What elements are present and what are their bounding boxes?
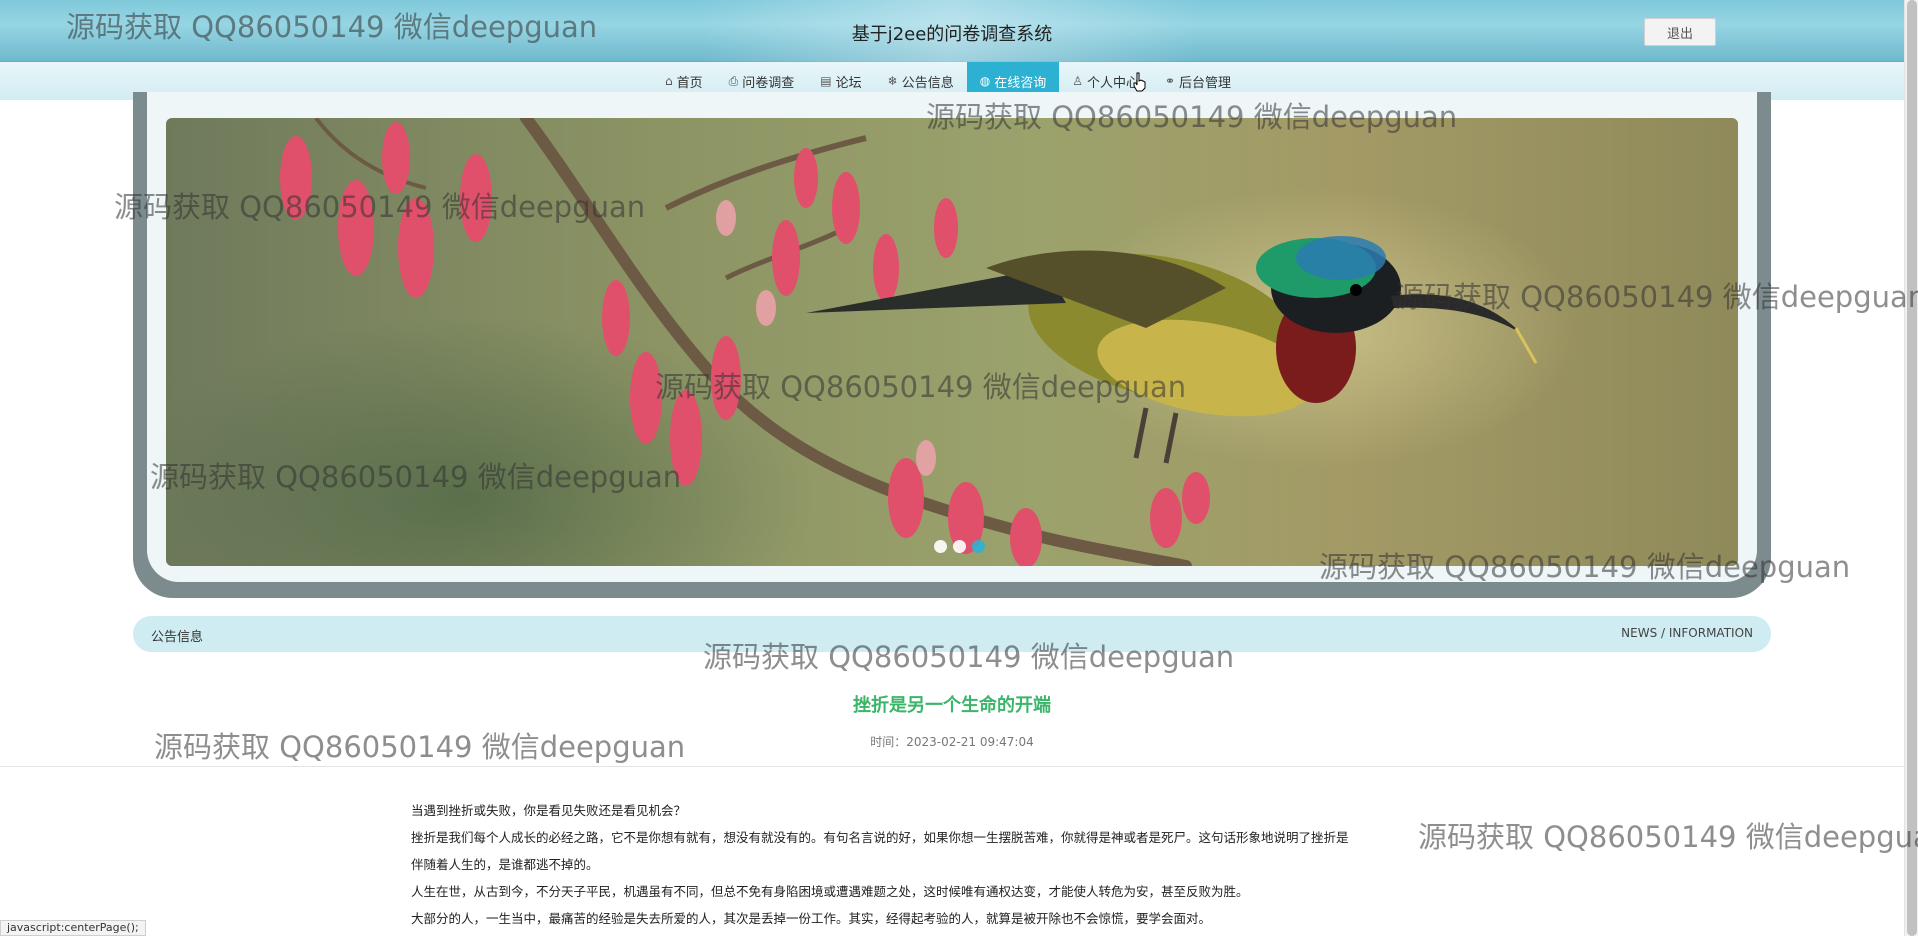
bird-on-branch-illustration xyxy=(280,118,1538,566)
site-header: 基于j2ee的问卷调查系统 退出 xyxy=(0,0,1904,62)
logout-button[interactable]: 退出 xyxy=(1644,18,1716,46)
article-time: 时间：2023-02-21 09:47:04 xyxy=(870,735,1034,749)
globe-icon: ◍ xyxy=(979,74,991,88)
nav-item-label: 论坛 xyxy=(835,75,862,91)
article-paragraph: 挫折是我们每个人成长的必经之路，它不是你想有就有，想没有就没有的。有句名言说的好… xyxy=(411,830,1349,845)
link-icon: ⚭ xyxy=(1164,74,1176,88)
section-subtitle-en: NEWS / INFORMATION xyxy=(1621,626,1753,640)
home-icon: ⌂ xyxy=(665,74,673,88)
snowflake-icon: ❄ xyxy=(887,74,898,88)
nav-item-label: 公告信息 xyxy=(901,75,954,91)
user-icon: ♙ xyxy=(1072,74,1083,88)
nav-item-label: 首页 xyxy=(676,75,703,91)
article-title: 挫折是另一个生命的开端 xyxy=(853,695,1051,716)
banner-pagination xyxy=(0,540,1918,556)
banner-dot-2[interactable] xyxy=(952,540,966,553)
forum-icon: ▤ xyxy=(820,74,832,88)
article-body: 当遇到挫折或失败，你是看见失败还是看见机会？ 挫折是我们每个人成长的必经之路，它… xyxy=(411,797,1501,932)
scrollbar-thumb[interactable] xyxy=(1907,0,1917,936)
article-paragraph: 当遇到挫折或失败，你是看见失败还是看见机会？ xyxy=(411,803,687,818)
article-paragraph: 大部分的人，一生当中，最痛苦的经验是失去所爱的人，其次是丢掉一份工作。其实，经得… xyxy=(411,911,1212,926)
page-scrollbar[interactable] xyxy=(1904,0,1918,936)
site-title: 基于j2ee的问卷调查系统 xyxy=(851,24,1053,45)
browser-status-bar: javascript:centerPage(); xyxy=(0,920,146,936)
section-header: 公告信息 NEWS / INFORMATION xyxy=(133,616,1771,652)
nav-item-label: 在线咨询 xyxy=(994,75,1047,91)
banner-dot-1[interactable] xyxy=(933,540,947,553)
hand-cursor-icon xyxy=(1133,72,1146,92)
article-paragraph: 人生在世，从古到今，不分天子平民，机遇虽有不同，但总不免有身陷困境或遭遇难题之处… xyxy=(411,884,1249,899)
divider xyxy=(0,766,1904,767)
banner-image[interactable] xyxy=(166,118,1738,566)
nav-item-label: 后台管理 xyxy=(1179,75,1232,91)
section-title: 公告信息 xyxy=(151,630,204,645)
article-paragraph: 伴随着人生的，是谁都逃不掉的。 xyxy=(411,857,599,872)
print-icon: ⎙ xyxy=(728,73,739,88)
banner-dot-3[interactable] xyxy=(971,540,985,553)
nav-item-label: 问卷调查 xyxy=(742,75,795,91)
